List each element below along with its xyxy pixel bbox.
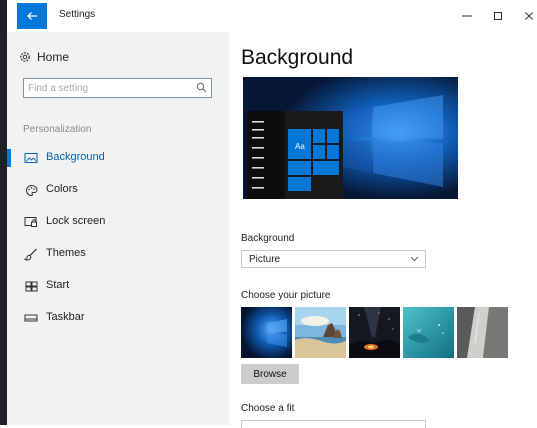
sidebar-item-themes[interactable]: Themes bbox=[7, 242, 229, 266]
taskbar-icon bbox=[24, 311, 38, 325]
page-title: Background bbox=[241, 46, 354, 69]
sidebar-item-label: Background bbox=[46, 151, 105, 163]
gear-icon bbox=[19, 51, 37, 63]
sidebar-item-label: Colors bbox=[46, 183, 78, 195]
picture-thumbnail-rock-cliff[interactable] bbox=[457, 307, 508, 358]
picture-thumbnail-beach-rocks[interactable] bbox=[295, 307, 346, 358]
sidebar-item-home[interactable]: Home bbox=[19, 46, 69, 68]
picture-thumbnail-underwater[interactable] bbox=[403, 307, 454, 358]
choose-picture-label: Choose your picture bbox=[241, 290, 331, 301]
section-label-personalization: Personalization bbox=[23, 124, 92, 135]
picture-thumbnail-windows-hero[interactable] bbox=[241, 307, 292, 358]
active-indicator bbox=[7, 149, 11, 167]
sidebar-item-background[interactable]: Background bbox=[7, 146, 229, 170]
sidebar-item-label: Lock screen bbox=[46, 215, 106, 227]
search-input[interactable] bbox=[28, 79, 188, 97]
settings-window: Settings Home Find a setting Personaliza… bbox=[7, 0, 537, 428]
background-dropdown[interactable]: Picture bbox=[241, 250, 426, 268]
sidebar-item-label: Start bbox=[46, 279, 70, 291]
lock-screen-icon bbox=[24, 215, 38, 229]
preview-tile-text: Aa bbox=[295, 142, 305, 151]
close-button[interactable] bbox=[514, 6, 537, 26]
sidebar-home-label: Home bbox=[37, 50, 70, 64]
chevron-down-icon bbox=[410, 256, 419, 262]
background-preview: Aa bbox=[243, 77, 458, 199]
arrow-left-icon bbox=[27, 12, 37, 20]
main-content: Background Aa Background Picture Choose … bbox=[229, 32, 537, 428]
window-title: Settings bbox=[59, 9, 96, 20]
back-button[interactable] bbox=[17, 3, 47, 29]
brush-icon bbox=[24, 247, 38, 261]
sidebar-item-taskbar[interactable]: Taskbar bbox=[7, 306, 229, 330]
minimize-button[interactable] bbox=[452, 6, 482, 26]
minimize-icon bbox=[462, 15, 472, 17]
title-bar: Settings bbox=[7, 0, 537, 32]
close-icon bbox=[525, 12, 533, 20]
browse-button[interactable]: Browse bbox=[241, 364, 299, 384]
screen-edge bbox=[0, 0, 7, 425]
maximize-icon bbox=[494, 12, 502, 20]
maximize-button[interactable] bbox=[483, 6, 513, 26]
sidebar-item-label: Taskbar bbox=[46, 311, 85, 323]
choose-fit-dropdown[interactable] bbox=[241, 420, 426, 428]
background-dropdown-value: Picture bbox=[249, 254, 281, 265]
search-icon bbox=[196, 82, 207, 93]
palette-icon bbox=[24, 183, 38, 197]
sidebar-item-start[interactable]: Start bbox=[7, 274, 229, 298]
start-tiles-icon bbox=[24, 279, 38, 293]
search-box[interactable] bbox=[23, 78, 212, 98]
picture-thumbnail-night-sky[interactable] bbox=[349, 307, 400, 358]
choose-fit-label: Choose a fit bbox=[241, 403, 295, 414]
sidebar-item-colors[interactable]: Colors bbox=[7, 178, 229, 202]
sidebar-item-lock-screen[interactable]: Lock screen bbox=[7, 210, 229, 234]
background-label: Background bbox=[241, 233, 295, 244]
preview-wallpaper: Aa bbox=[243, 77, 458, 199]
picture-thumbnails bbox=[241, 307, 508, 358]
sidebar: Home Personalization Background bbox=[7, 32, 229, 425]
sidebar-item-label: Themes bbox=[46, 247, 86, 259]
picture-icon bbox=[24, 151, 38, 165]
